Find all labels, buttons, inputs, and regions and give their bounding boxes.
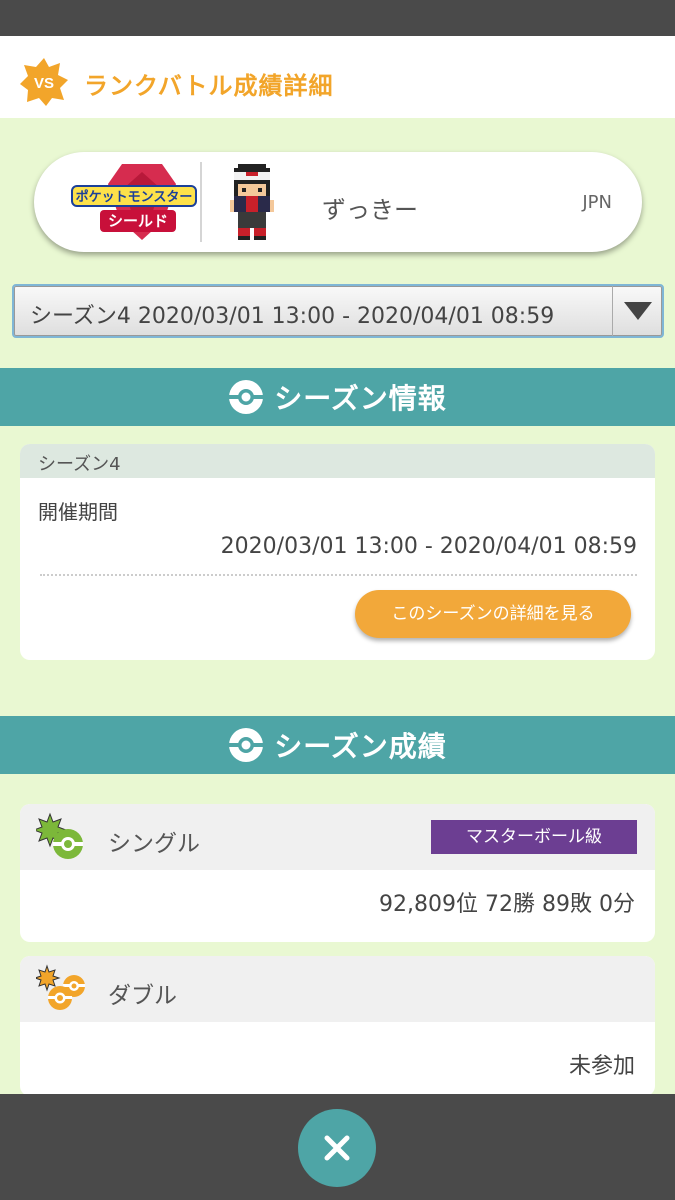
section-title-season-info: シーズン情報 [274, 382, 447, 415]
main-content: ポケットモンスター シールド ずっきー JPN シーズン4 2020/03/01… [0, 118, 675, 1096]
region-label: JPN [582, 192, 612, 213]
double-battle-icon [36, 964, 85, 1010]
season-results-header: シーズン成績 [0, 716, 675, 774]
game-logo-line2: シールド [108, 212, 168, 230]
trainer-sprite [230, 164, 274, 240]
season-dropdown[interactable]: シーズン4 2020/03/01 13:00 - 2020/04/01 08:5… [12, 284, 664, 338]
dropdown-toggle[interactable] [612, 286, 662, 336]
season-info-header: シーズン情報 [0, 368, 675, 426]
page-header: VS ランクバトル成績詳細 [0, 36, 675, 118]
player-profile-card: ポケットモンスター シールド ずっきー JPN [34, 152, 642, 252]
season-dropdown-value: シーズン4 2020/03/01 13:00 - 2020/04/01 08:5… [30, 304, 555, 329]
period-value: 2020/03/01 13:00 - 2020/04/01 08:59 [220, 534, 637, 559]
vs-badge-text: VS [34, 75, 54, 92]
single-battle-card: シングル マスターボール級 92,809位 72勝 89敗 0分 [20, 804, 655, 942]
poke-ball-icon [229, 380, 264, 414]
season-detail-button[interactable]: このシーズンの詳細を見る [355, 590, 631, 638]
period-label: 開催期間 [38, 500, 118, 524]
poke-ball-icon [229, 728, 264, 762]
single-battle-header: シングル マスターボール級 [20, 804, 655, 870]
season-card-header: シーズン4 [20, 444, 655, 478]
double-battle-label: ダブル [108, 983, 177, 1009]
double-battle-card: ダブル 未参加 [20, 956, 655, 1096]
dotted-divider [40, 574, 637, 576]
game-logo-line1: ポケットモンスター [76, 189, 193, 205]
player-name: ずっきー [322, 196, 418, 224]
status-bar [0, 0, 675, 36]
single-battle-icon [36, 812, 83, 859]
double-battle-header: ダブル [20, 956, 655, 1022]
section-title-season-results: シーズン成績 [274, 730, 447, 763]
close-icon [324, 1135, 350, 1161]
single-battle-result: 92,809位 72勝 89敗 0分 [379, 892, 635, 917]
single-battle-label: シングル [108, 831, 200, 857]
bottom-bar [0, 1094, 675, 1200]
vs-badge-icon: VS [20, 58, 68, 106]
chevron-down-icon [624, 302, 652, 320]
page-title: ランクバトル成績詳細 [84, 72, 334, 100]
profile-divider [200, 162, 202, 242]
double-battle-result: 未参加 [568, 1054, 635, 1079]
season-info-card: シーズン4 開催期間 2020/03/01 13:00 - 2020/04/01… [20, 444, 655, 660]
season-card-title: シーズン4 [38, 454, 121, 475]
close-button[interactable] [298, 1109, 376, 1187]
pokemon-shield-logo: ポケットモンスター シールド [71, 164, 197, 240]
rank-badge: マスターボール級 [431, 820, 637, 854]
